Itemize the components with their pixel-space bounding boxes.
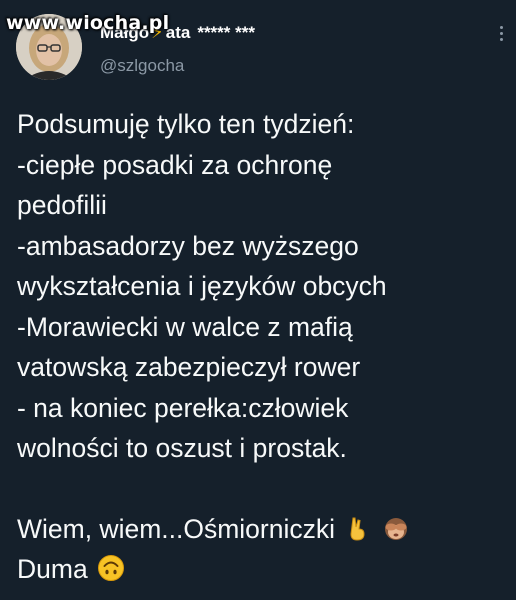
tweet-line: -Morawiecki w walce z mafią xyxy=(17,311,353,342)
closing-text-1: Wiem, wiem...Ośmiorniczki xyxy=(17,513,336,544)
tweet-line-closing: Wiem, wiem...Ośmiorniczki xyxy=(17,509,507,550)
author-name-stars: ***** *** xyxy=(197,22,255,42)
author-handle[interactable]: @szlgocha xyxy=(100,56,184,76)
more-options-icon[interactable] xyxy=(498,26,504,41)
tweet-line: vatowską zabezpieczył rower xyxy=(17,352,361,382)
tweet-line: Podsumuję tylko ten tydzień: xyxy=(17,109,355,139)
tweet-line: wykształcenia i języków obcych xyxy=(17,271,387,301)
tweet-line: -ambasadorzy bez wyższego xyxy=(17,230,359,261)
watermark: www.wiocha.pl xyxy=(6,12,170,34)
upside-down-face-icon xyxy=(98,555,125,581)
tweet-line: wolności to oszust i prostak. xyxy=(17,433,347,463)
closing-text-2: Duma xyxy=(17,554,88,584)
see-no-evil-monkey-icon xyxy=(384,517,407,540)
tweet-line: pedofilii xyxy=(17,190,107,220)
tweet-text: Podsumuję tylko ten tydzień: -ciepłe pos… xyxy=(17,104,507,590)
tweet-line: - na koniec perełka:człowiek xyxy=(17,392,349,423)
tweet-card: www.wiocha.pl Małgo ⚡ ata ***** *** @szl… xyxy=(0,0,516,600)
tweet-line: -ciepłe posadki za ochronę xyxy=(17,149,333,180)
victory-hand-icon xyxy=(350,517,365,541)
tweet-line-closing-2: Duma xyxy=(17,549,507,590)
author-name-part2: ata xyxy=(165,22,191,42)
